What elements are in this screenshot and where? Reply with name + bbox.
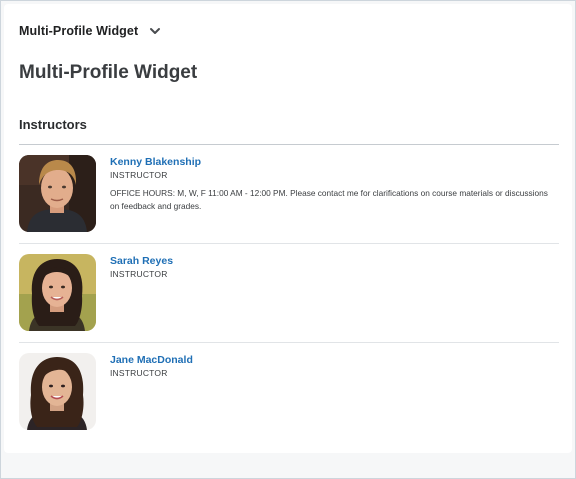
profile-role: INSTRUCTOR bbox=[110, 269, 168, 279]
section-title-instructors: Instructors bbox=[19, 117, 87, 132]
avatar bbox=[19, 155, 96, 232]
profile-name-link[interactable]: Kenny Blakenship bbox=[110, 156, 550, 169]
window-frame: Multi-Profile Widget Multi-Profile Widge… bbox=[0, 0, 576, 479]
widget-menu-title: Multi-Profile Widget bbox=[19, 24, 139, 38]
section-divider bbox=[19, 144, 559, 145]
avatar bbox=[19, 254, 96, 331]
widget-card: Multi-Profile Widget Multi-Profile Widge… bbox=[4, 4, 572, 453]
profile-item: Jane MacDonald INSTRUCTOR bbox=[19, 353, 559, 430]
profile-role: INSTRUCTOR bbox=[110, 368, 168, 378]
profile-item: Sarah Reyes INSTRUCTOR bbox=[19, 254, 559, 331]
profile-role: INSTRUCTOR bbox=[110, 170, 168, 180]
chevron-down-icon[interactable] bbox=[148, 24, 162, 38]
profile-name-link[interactable]: Jane MacDonald bbox=[110, 354, 193, 367]
page-title: Multi-Profile Widget bbox=[19, 62, 198, 83]
profile-divider bbox=[19, 342, 559, 343]
profile-divider bbox=[19, 243, 559, 244]
profile-name-link[interactable]: Sarah Reyes bbox=[110, 255, 173, 268]
profile-item: Kenny Blakenship INSTRUCTOR OFFICE HOURS… bbox=[19, 155, 559, 232]
avatar bbox=[19, 353, 96, 430]
widget-menu-toggle[interactable]: Multi-Profile Widget bbox=[19, 24, 162, 38]
profile-description: OFFICE HOURS: M, W, F 11:00 AM - 12:00 P… bbox=[110, 188, 548, 211]
